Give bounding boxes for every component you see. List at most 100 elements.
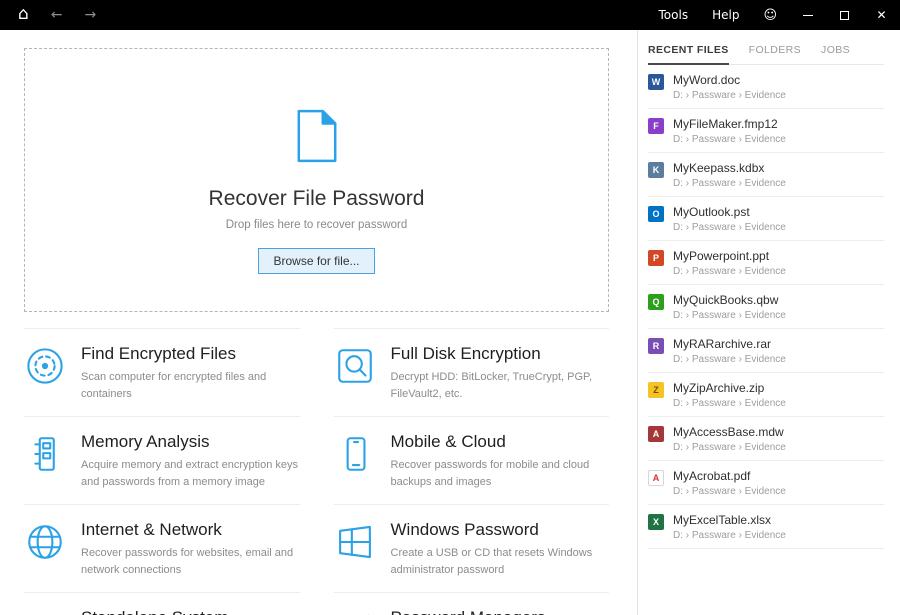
file-info: MyZipArchive.zip D: › Passware › Evidenc… xyxy=(673,381,786,409)
dropzone-title: Recover File Password xyxy=(209,187,425,211)
sidebar: RECENT FILES FOLDERS JOBS W MyWord.doc D: … xyxy=(637,30,900,615)
feature-title: Internet & Network xyxy=(81,520,300,540)
tab-recent-files[interactable]: RECENT FILES xyxy=(648,44,729,65)
feature-title: Full Disk Encryption xyxy=(391,344,610,364)
feature-full-disk-encryption[interactable]: Full Disk Encryption Decrypt HDD: BitLoc… xyxy=(334,328,610,416)
file-info: MyOutlook.pst D: › Passware › Evidence xyxy=(673,205,786,233)
recent-file-item[interactable]: R MyRARarchive.rar D: › Passware › Evide… xyxy=(648,329,884,373)
recent-file-item[interactable]: F MyFileMaker.fmp12 D: › Passware › Evid… xyxy=(648,109,884,153)
maximize-button[interactable] xyxy=(826,0,863,30)
maximize-icon xyxy=(840,11,849,20)
titlebar: ⌂ ← → Tools Help ☺ ✕ xyxy=(0,0,900,30)
titlebar-nav: ⌂ ← → xyxy=(0,8,96,23)
feature-internet-network[interactable]: Internet & Network Recover passwords for… xyxy=(24,504,300,592)
titlebar-controls: Tools Help ☺ ✕ xyxy=(647,0,900,30)
file-name: MyWord.doc xyxy=(673,73,786,87)
recent-file-item[interactable]: P MyPowerpoint.ppt D: › Passware › Evide… xyxy=(648,241,884,285)
feature-standalone-system[interactable]: Standalone System Extract passwords for … xyxy=(24,592,300,615)
feature-text: Password Managers Recover master passwor… xyxy=(391,608,610,615)
dropzone-subtitle: Drop files here to recover password xyxy=(226,219,408,231)
file-path: D: › Passware › Evidence xyxy=(673,442,786,453)
recent-file-item[interactable]: W MyWord.doc D: › Passware › Evidence xyxy=(648,65,884,109)
recent-file-item[interactable]: O MyOutlook.pst D: › Passware › Evidence xyxy=(648,197,884,241)
sidebar-tabs: RECENT FILES FOLDERS JOBS xyxy=(648,44,884,65)
feedback-smiley-icon[interactable]: ☺ xyxy=(751,8,789,23)
windows-icon xyxy=(334,521,376,568)
feature-title: Standalone System xyxy=(81,608,300,615)
file-path: D: › Passware › Evidence xyxy=(673,90,786,101)
excel-file-icon: X xyxy=(648,514,664,530)
file-info: MyAcrobat.pdf D: › Passware › Evidence xyxy=(673,469,786,497)
feature-windows-password[interactable]: Windows Password Create a USB or CD that… xyxy=(334,504,610,592)
file-name: MyRARarchive.rar xyxy=(673,337,786,351)
mobile-icon xyxy=(334,433,376,480)
feature-description: Scan computer for encrypted files and co… xyxy=(81,369,300,402)
help-menu[interactable]: Help xyxy=(700,0,751,30)
word-file-icon: W xyxy=(648,74,664,90)
close-button[interactable]: ✕ xyxy=(863,0,900,30)
file-path: D: › Passware › Evidence xyxy=(673,354,786,365)
keepass-file-icon: K xyxy=(648,162,664,178)
recent-file-item[interactable]: Q MyQuickBooks.qbw D: › Passware › Evide… xyxy=(648,285,884,329)
file-info: MyFileMaker.fmp12 D: › Passware › Eviden… xyxy=(673,117,786,145)
feature-description: Decrypt HDD: BitLocker, TrueCrypt, PGP, … xyxy=(391,369,610,402)
back-button[interactable]: ← xyxy=(51,8,63,22)
quickbooks-file-icon: Q xyxy=(648,294,664,310)
feature-find-encrypted-files[interactable]: Find Encrypted Files Scan computer for e… xyxy=(24,328,300,416)
features-grid: Find Encrypted Files Scan computer for e… xyxy=(24,328,609,615)
file-path: D: › Passware › Evidence xyxy=(673,222,786,233)
access-file-icon: A xyxy=(648,426,664,442)
feature-description: Recover passwords for mobile and cloud b… xyxy=(391,457,610,490)
main-panel: Recover File Password Drop files here to… xyxy=(0,30,637,615)
recent-file-item[interactable]: X MyExcelTable.xlsx D: › Passware › Evid… xyxy=(648,505,884,549)
file-drop-zone[interactable]: Recover File Password Drop files here to… xyxy=(24,48,609,312)
file-name: MyZipArchive.zip xyxy=(673,381,786,395)
file-name: MyPowerpoint.ppt xyxy=(673,249,786,263)
file-name: MyFileMaker.fmp12 xyxy=(673,117,786,131)
feature-description: Create a USB or CD that resets Windows a… xyxy=(391,545,610,578)
rar-file-icon: R xyxy=(648,338,664,354)
pdf-file-icon: A xyxy=(648,470,664,486)
globe-icon xyxy=(24,521,66,568)
feature-description: Recover passwords for websites, email an… xyxy=(81,545,300,578)
feature-text: Memory Analysis Acquire memory and extra… xyxy=(81,432,300,490)
recent-file-item[interactable]: K MyKeepass.kdbx D: › Passware › Evidenc… xyxy=(648,153,884,197)
file-info: MyQuickBooks.qbw D: › Passware › Evidenc… xyxy=(673,293,786,321)
feature-text: Standalone System Extract passwords for … xyxy=(81,608,300,615)
file-name: MyQuickBooks.qbw xyxy=(673,293,786,307)
filemaker-file-icon: F xyxy=(648,118,664,134)
file-name: MyAcrobat.pdf xyxy=(673,469,786,483)
minimize-button[interactable] xyxy=(789,0,826,30)
recent-file-item[interactable]: A MyAccessBase.mdw D: › Passware › Evide… xyxy=(648,417,884,461)
feature-title: Memory Analysis xyxy=(81,432,300,452)
recent-file-item[interactable]: A MyAcrobat.pdf D: › Passware › Evidence xyxy=(648,461,884,505)
tab-jobs[interactable]: JOBS xyxy=(821,44,850,65)
minimize-icon xyxy=(803,15,813,16)
feature-title: Windows Password xyxy=(391,520,610,540)
file-path: D: › Passware › Evidence xyxy=(673,486,786,497)
feature-password-managers[interactable]: Password Managers Recover master passwor… xyxy=(334,592,610,615)
app-window: ⌂ ← → Tools Help ☺ ✕ Recover File Passwo… xyxy=(0,0,900,615)
file-path: D: › Passware › Evidence xyxy=(673,310,786,321)
outlook-file-icon: O xyxy=(648,206,664,222)
feature-mobile-cloud[interactable]: Mobile & Cloud Recover passwords for mob… xyxy=(334,416,610,504)
tools-menu[interactable]: Tools xyxy=(647,0,701,30)
tab-folders[interactable]: FOLDERS xyxy=(749,44,801,65)
file-path: D: › Passware › Evidence xyxy=(673,398,786,409)
feature-text: Internet & Network Recover passwords for… xyxy=(81,520,300,578)
file-path: D: › Passware › Evidence xyxy=(673,134,786,145)
disk-search-icon xyxy=(334,345,376,392)
feature-title: Mobile & Cloud xyxy=(391,432,610,452)
feature-text: Find Encrypted Files Scan computer for e… xyxy=(81,344,300,402)
file-path: D: › Passware › Evidence xyxy=(673,266,786,277)
feature-title: Password Managers xyxy=(391,608,610,615)
file-info: MyExcelTable.xlsx D: › Passware › Eviden… xyxy=(673,513,786,541)
forward-button[interactable]: → xyxy=(85,8,97,22)
file-name: MyOutlook.pst xyxy=(673,205,786,219)
home-button[interactable]: ⌂ xyxy=(18,6,29,23)
browse-for-file-button[interactable]: Browse for file... xyxy=(258,248,374,274)
zip-file-icon: Z xyxy=(648,382,664,398)
disc-scan-icon xyxy=(24,345,66,392)
feature-memory-analysis[interactable]: Memory Analysis Acquire memory and extra… xyxy=(24,416,300,504)
recent-file-item[interactable]: Z MyZipArchive.zip D: › Passware › Evide… xyxy=(648,373,884,417)
